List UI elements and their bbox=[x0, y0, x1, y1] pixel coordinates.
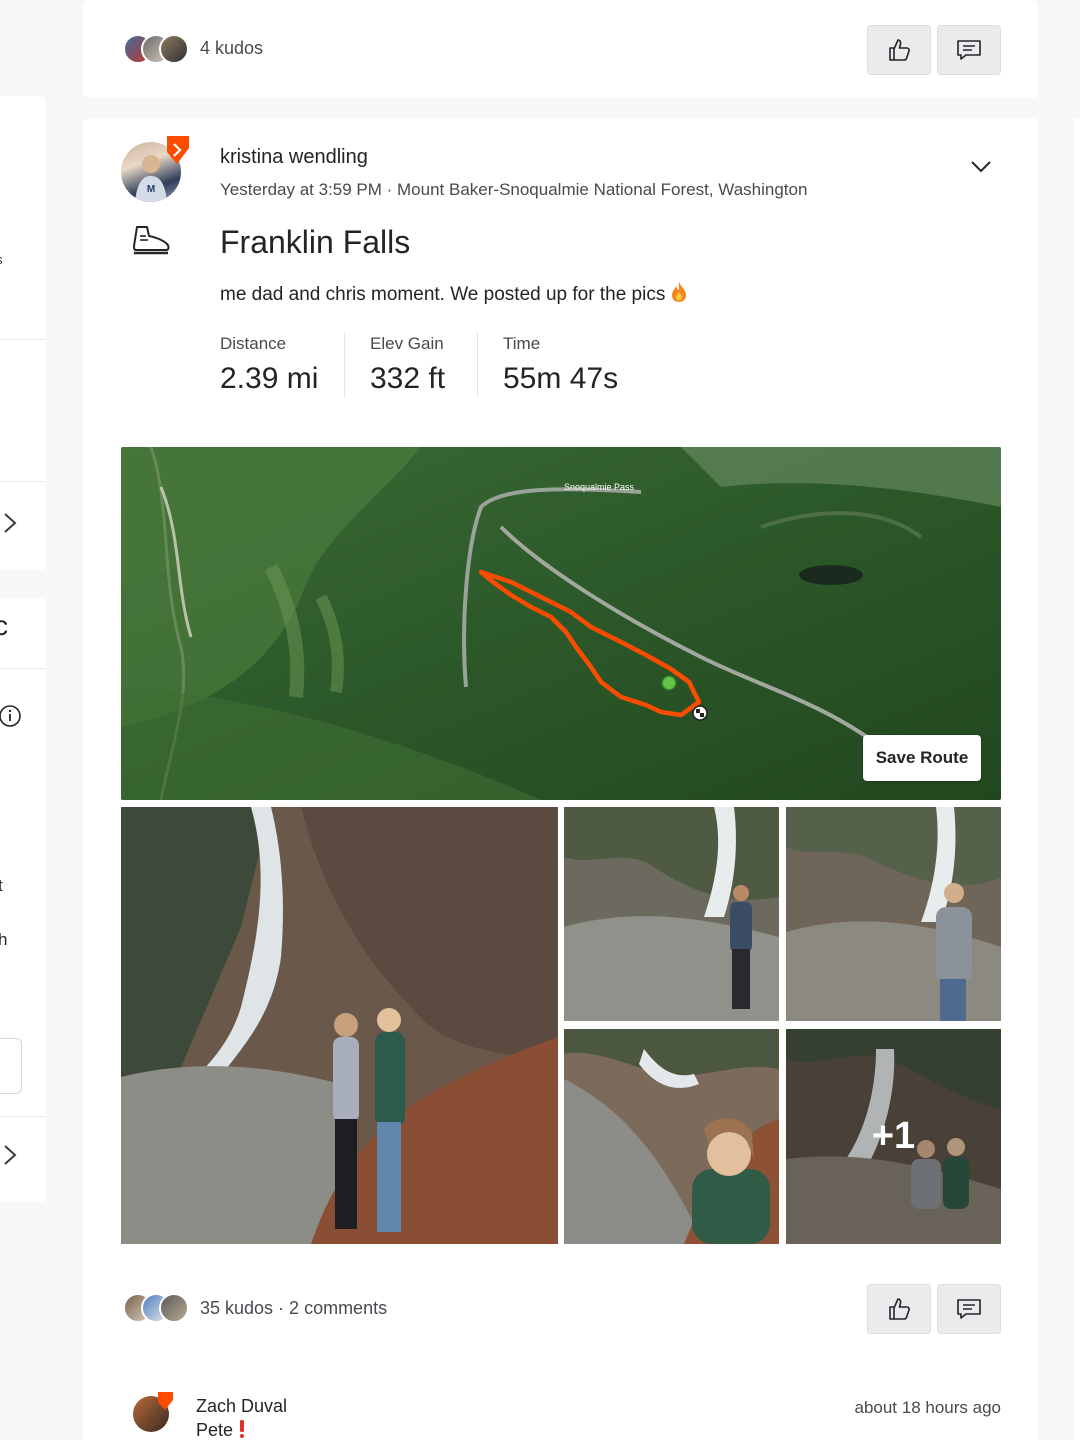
divider bbox=[0, 1116, 46, 1117]
subscriber-badge-icon bbox=[158, 1392, 173, 1410]
activity-title[interactable]: Franklin Falls bbox=[220, 224, 410, 261]
divider bbox=[344, 332, 345, 398]
divider bbox=[0, 481, 46, 482]
left-sidebar-card: c t h bbox=[0, 598, 46, 1202]
chevron-down-icon[interactable] bbox=[969, 158, 993, 176]
save-route-button[interactable]: Save Route bbox=[863, 735, 981, 781]
stat-value: 332 ft bbox=[370, 362, 446, 395]
kudos-count[interactable]: 4 kudos bbox=[200, 38, 263, 59]
activity-photo[interactable] bbox=[786, 807, 1001, 1021]
kudos-comments-count[interactable]: 35 kudos · 2 comments bbox=[200, 1298, 387, 1319]
stat-value: 55m 47s bbox=[503, 362, 619, 395]
divider bbox=[0, 668, 46, 669]
right-sidebar-edge bbox=[1074, 118, 1080, 1440]
activity-description: me dad and chris moment. We posted up fo… bbox=[220, 281, 687, 306]
previous-activity-card: 4 kudos bbox=[83, 0, 1038, 98]
give-kudos-button[interactable] bbox=[867, 25, 931, 75]
stat-value: 2.39 mi bbox=[220, 362, 319, 395]
stat-time: Time 55m 47s bbox=[503, 334, 618, 396]
chevron-right-icon[interactable] bbox=[2, 1144, 18, 1166]
route-start-marker bbox=[661, 675, 677, 691]
comment-button[interactable] bbox=[937, 25, 1001, 75]
activity-photo[interactable] bbox=[121, 807, 558, 1244]
left-sidebar-text-fragment: t bbox=[0, 876, 3, 895]
hiking-boot-icon bbox=[133, 226, 170, 255]
kudos-avatars[interactable] bbox=[123, 34, 189, 64]
athlete-name[interactable]: kristina wendling bbox=[220, 146, 368, 169]
comment-text: Pete bbox=[196, 1420, 246, 1440]
kudos-avatars[interactable] bbox=[123, 1293, 189, 1323]
activity-photo[interactable] bbox=[564, 1029, 779, 1244]
comment-timestamp: about 18 hours ago bbox=[854, 1398, 1001, 1417]
left-sidebar-card: s · bbox=[0, 96, 46, 570]
left-sidebar-button[interactable] bbox=[0, 1038, 22, 1094]
chevron-right-icon[interactable] bbox=[2, 512, 18, 534]
divider bbox=[0, 339, 46, 340]
avatar bbox=[159, 34, 189, 64]
comment-body: Pete bbox=[196, 1420, 234, 1440]
comment-icon bbox=[957, 40, 981, 60]
left-sidebar-text-fragment: c bbox=[0, 610, 8, 641]
exclamation-emoji-icon bbox=[240, 1420, 245, 1438]
stat-distance: Distance 2.39 mi bbox=[220, 334, 318, 396]
map-place-label: Snoqualmie Pass bbox=[564, 482, 635, 492]
thumbs-up-icon bbox=[889, 1298, 910, 1320]
avatar bbox=[159, 1293, 189, 1323]
fire-emoji-icon bbox=[672, 282, 687, 302]
description-text: me dad and chris moment. We posted up fo… bbox=[220, 284, 666, 305]
comment-icon bbox=[957, 1299, 981, 1319]
left-sidebar-text-fragment: h bbox=[0, 930, 8, 949]
subscriber-badge-icon bbox=[167, 136, 189, 164]
more-photos-count[interactable]: +1 bbox=[786, 1029, 1001, 1244]
stat-label: Distance bbox=[220, 334, 287, 353]
divider bbox=[477, 332, 478, 398]
give-kudos-button[interactable] bbox=[867, 1284, 931, 1334]
activity-card: M kristina wendling Yesterday at 3:59 PM… bbox=[83, 118, 1038, 1440]
commenter-name[interactable]: Zach Duval bbox=[196, 1396, 287, 1417]
activity-photo-more[interactable]: +1 bbox=[786, 1029, 1001, 1244]
left-sidebar-text-fragment: s bbox=[0, 252, 3, 267]
stat-label: Time bbox=[503, 334, 541, 353]
stat-elev-gain: Elev Gain 332 ft bbox=[370, 334, 445, 396]
activity-feed: s · c t h 4 kudos M k bbox=[0, 0, 1080, 1440]
svg-text:M: M bbox=[147, 184, 155, 195]
activity-photo[interactable] bbox=[564, 807, 779, 1021]
activity-meta: Yesterday at 3:59 PM · Mount Baker-Snoqu… bbox=[220, 180, 808, 199]
comment-button[interactable] bbox=[937, 1284, 1001, 1334]
thumbs-up-icon bbox=[889, 39, 910, 61]
stat-label: Elev Gain bbox=[370, 334, 444, 353]
info-icon[interactable] bbox=[0, 704, 22, 728]
